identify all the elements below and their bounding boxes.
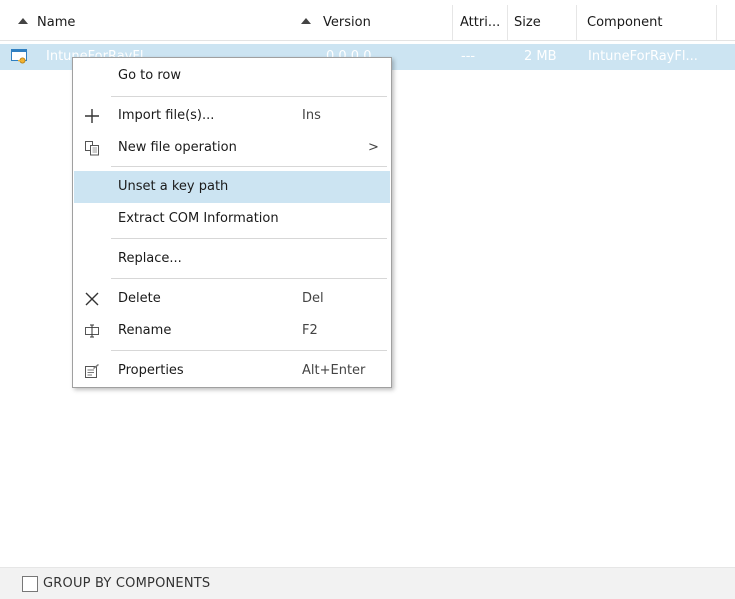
menu-item-go-to-row[interactable]: Go to row: [74, 60, 390, 92]
column-divider[interactable]: [576, 5, 577, 40]
menu-item-replace[interactable]: Replace...: [74, 243, 390, 275]
file-operation-icon: [85, 141, 99, 156]
menu-separator: [111, 166, 387, 167]
menu-item-new-file-operation[interactable]: New file operation >: [74, 132, 390, 164]
menu-item-import-files[interactable]: Import file(s)... Ins: [74, 100, 390, 132]
plus-icon: [85, 109, 99, 123]
row-size-cell: 2 MB: [524, 49, 557, 64]
menu-item-label: Properties: [118, 363, 184, 378]
file-key-icon: [11, 49, 27, 64]
menu-item-label: Go to row: [118, 68, 181, 83]
menu-item-label: Replace...: [118, 251, 182, 266]
menu-separator: [111, 238, 387, 239]
column-attributes-header[interactable]: Attri...: [460, 5, 504, 40]
menu-item-label: Extract COM Information: [118, 211, 279, 226]
menu-separator: [111, 96, 387, 97]
group-by-components-checkbox[interactable]: [22, 576, 38, 592]
menu-item-extract-com-information[interactable]: Extract COM Information: [74, 203, 390, 235]
properties-icon: [85, 364, 99, 378]
row-component-cell: IntuneForRayFl...: [588, 49, 698, 64]
menu-item-shortcut: Alt+Enter: [302, 363, 366, 378]
group-by-components-label[interactable]: GROUP BY COMPONENTS: [43, 568, 210, 599]
column-divider[interactable]: [452, 5, 453, 40]
menu-item-label: Delete: [118, 291, 161, 306]
column-version-header[interactable]: Version: [323, 5, 443, 40]
menu-item-label: Rename: [118, 323, 172, 338]
version-sort-arrow-icon[interactable]: [301, 5, 315, 40]
row-attributes-cell: ---: [461, 49, 476, 64]
menu-item-properties[interactable]: Properties Alt+Enter: [74, 355, 390, 387]
column-divider[interactable]: [507, 5, 508, 40]
column-divider[interactable]: [716, 5, 717, 40]
menu-item-shortcut: Ins: [302, 108, 321, 123]
footer-bar: GROUP BY COMPONENTS: [0, 567, 735, 599]
rename-icon: [85, 324, 99, 338]
menu-item-shortcut: Del: [302, 291, 324, 306]
menu-item-shortcut: F2: [302, 323, 318, 338]
menu-item-unset-key-path[interactable]: Unset a key path: [74, 171, 390, 203]
menu-separator: [111, 278, 387, 279]
menu-item-delete[interactable]: Delete Del: [74, 283, 390, 315]
context-menu: Go to row Import file(s)... Ins New file…: [72, 57, 392, 388]
delete-x-icon: [85, 292, 99, 306]
name-sort-arrow-icon[interactable]: [18, 5, 32, 40]
submenu-arrow-icon: >: [368, 140, 379, 155]
menu-separator: [111, 350, 387, 351]
menu-item-label: Import file(s)...: [118, 108, 215, 123]
column-header: Name Version Attri... Size Component: [0, 5, 735, 41]
menu-item-label: New file operation: [118, 140, 237, 155]
menu-item-label: Unset a key path: [118, 179, 229, 194]
column-size-header[interactable]: Size: [514, 5, 570, 40]
column-component-header[interactable]: Component: [587, 5, 715, 40]
column-name-header[interactable]: Name: [37, 5, 277, 40]
menu-item-rename[interactable]: Rename F2: [74, 315, 390, 347]
